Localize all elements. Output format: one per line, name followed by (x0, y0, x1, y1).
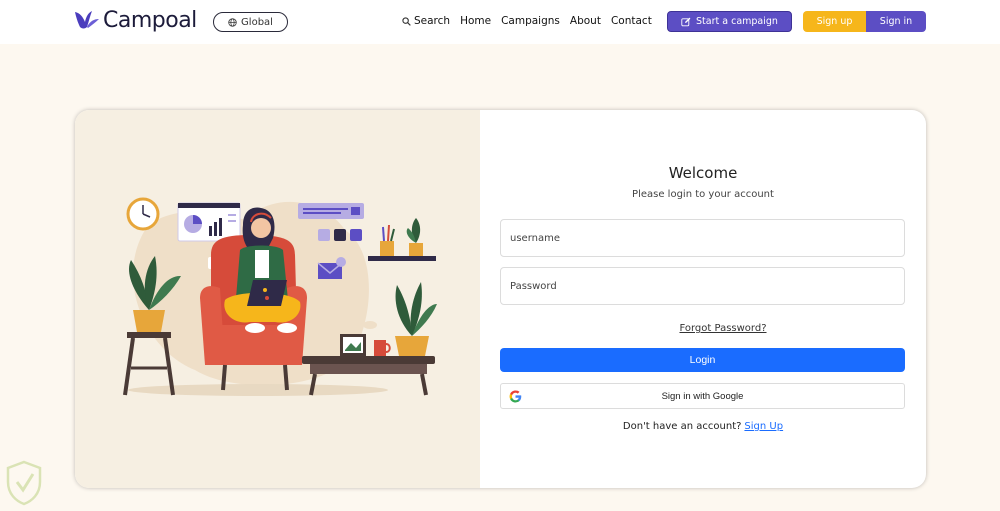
google-icon (509, 390, 522, 403)
username-input[interactable] (500, 219, 905, 257)
nav-campaigns[interactable]: Campaigns (501, 15, 560, 27)
nav-about-label: About (569, 15, 601, 27)
globe-icon (228, 17, 237, 27)
login-form-panel: Welcome Please login to your account For… (480, 110, 926, 488)
nav-search-label: Search (414, 15, 451, 27)
brand-name: Campoal (103, 8, 197, 33)
login-card: Welcome Please login to your account For… (75, 110, 926, 488)
shield-watermark-icon (6, 460, 42, 506)
illustration-panel (75, 110, 480, 488)
signup-prompt: Don't have an account? Sign Up (480, 421, 926, 432)
start-campaign-button[interactable]: Start a campaign (667, 11, 792, 32)
campoal-bird-icon (75, 10, 99, 28)
start-campaign-label: Start a campaign (696, 16, 778, 27)
global-selector-button[interactable]: Global (213, 12, 288, 32)
nav-contact[interactable]: Contact (611, 15, 652, 27)
nav-home[interactable]: Home (460, 15, 491, 27)
global-label: Global (241, 16, 273, 28)
signin-button[interactable]: Sign in (866, 11, 926, 32)
nav-about[interactable]: About (570, 15, 601, 27)
top-navbar: Campoal Global Search Home Campaigns Abo… (0, 0, 1000, 44)
main-nav: Search Home Campaigns About Contact (402, 15, 662, 27)
no-account-text: Don't have an account? (622, 421, 742, 432)
login-button[interactable]: Login (500, 348, 905, 372)
google-signin-label: Sign in with Google (661, 390, 744, 402)
nav-home-label: Home (460, 15, 492, 27)
signup-button[interactable]: Sign up (803, 11, 866, 32)
brand-logo[interactable]: Campoal (74, 8, 197, 33)
google-signin-button[interactable]: Sign in with Google (500, 383, 905, 409)
edit-icon (681, 17, 691, 26)
nav-contact-label: Contact (610, 15, 652, 27)
work-from-home-illustration (123, 197, 437, 396)
nav-search[interactable]: Search (402, 15, 450, 27)
search-icon (402, 16, 411, 26)
login-subtitle: Please login to your account (632, 189, 774, 200)
password-input[interactable] (500, 267, 905, 305)
login-title: Welcome (668, 164, 738, 182)
nav-campaigns-label: Campaigns (501, 15, 560, 27)
signup-link[interactable]: Sign Up (744, 421, 783, 432)
forgot-password-link[interactable]: Forgot Password? (480, 323, 926, 334)
